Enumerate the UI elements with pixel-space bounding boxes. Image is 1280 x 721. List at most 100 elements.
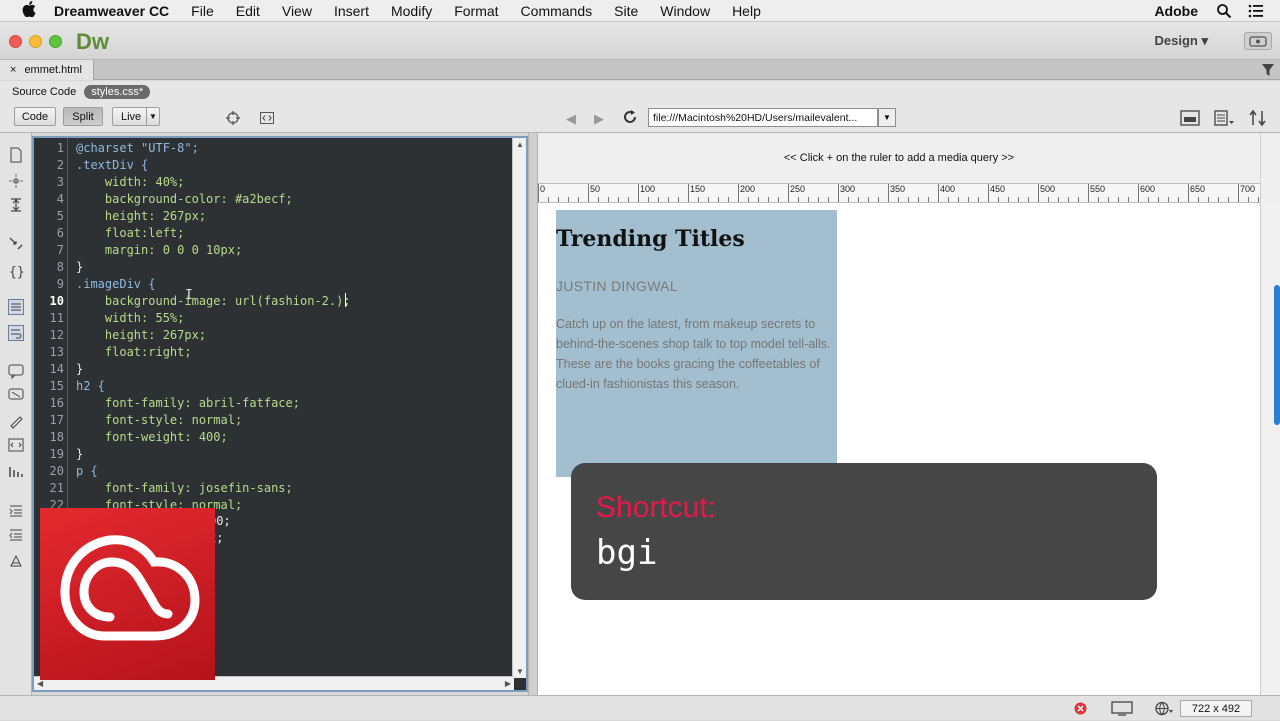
collapse-selection-icon[interactable]: [8, 235, 24, 251]
close-tab-icon[interactable]: ×: [10, 64, 16, 76]
ruler-tick: [998, 197, 999, 202]
file-transfer-icon[interactable]: [1248, 109, 1268, 127]
remove-comment-icon[interactable]: [8, 387, 24, 403]
menu-file[interactable]: File: [191, 3, 214, 19]
error-icon[interactable]: [1074, 702, 1087, 715]
format-source-code-icon[interactable]: [8, 553, 24, 569]
scroll-right-icon[interactable]: ▶: [505, 679, 511, 688]
code-line[interactable]: height: 267px;: [76, 208, 206, 225]
code-line[interactable]: h2 {: [76, 378, 105, 395]
related-file-styles-css[interactable]: styles.css*: [84, 85, 151, 99]
open-documents-icon[interactable]: [8, 147, 24, 163]
menu-adobe[interactable]: Adobe: [1154, 3, 1198, 19]
inspect-target-icon[interactable]: [226, 111, 240, 125]
live-view-handle[interactable]: [1274, 285, 1280, 425]
preview-browser-icon[interactable]: [1154, 701, 1174, 716]
split-divider[interactable]: [528, 133, 538, 695]
ruler-tick: [978, 197, 979, 202]
sync-settings-button[interactable]: [1244, 32, 1272, 50]
notification-list-icon[interactable]: [1248, 3, 1264, 19]
recent-snippets-icon[interactable]: [8, 437, 24, 453]
device-preview-icon[interactable]: [1110, 701, 1134, 716]
code-line[interactable]: p {: [76, 463, 98, 480]
wrap-tag-icon[interactable]: [8, 413, 24, 429]
source-code-file[interactable]: Source Code: [12, 86, 76, 98]
code-navigator-icon[interactable]: [260, 111, 274, 125]
code-line[interactable]: float:right;: [76, 344, 192, 361]
address-dropdown-icon[interactable]: ▼: [878, 108, 896, 127]
code-line[interactable]: font-style: normal;: [76, 412, 242, 429]
document-tab[interactable]: × emmet.html: [0, 60, 94, 80]
page-options-icon[interactable]: [1214, 109, 1234, 127]
indent-code-icon[interactable]: [8, 503, 24, 519]
line-number: 8: [56, 260, 64, 274]
code-line[interactable]: @charset "UTF-8";: [76, 140, 199, 157]
scroll-up-icon[interactable]: ▲: [516, 140, 524, 149]
ruler-tick: [1028, 197, 1029, 202]
move-css-icon[interactable]: [8, 463, 24, 479]
outdent-code-icon[interactable]: [8, 527, 24, 543]
code-line[interactable]: width: 40%;: [76, 174, 184, 191]
menu-help[interactable]: Help: [732, 3, 761, 19]
menu-insert[interactable]: Insert: [334, 3, 369, 19]
code-line[interactable]: float:left;: [76, 225, 184, 242]
refresh-icon[interactable]: [622, 109, 638, 125]
menu-app-name[interactable]: Dreamweaver CC: [54, 3, 169, 19]
code-line[interactable]: background-image: url(fashion-2.);: [76, 293, 351, 310]
word-wrap-icon[interactable]: [8, 325, 24, 341]
ruler-tick: [1168, 197, 1169, 202]
textdiv-block[interactable]: Trending Titles JUSTIN DINGWAL Catch up …: [556, 210, 837, 477]
scroll-down-icon[interactable]: ▼: [516, 667, 524, 676]
window-size-indicator[interactable]: 722 x 492: [1180, 700, 1252, 717]
code-line[interactable]: .imageDiv {: [76, 276, 155, 293]
menu-window[interactable]: Window: [660, 3, 710, 19]
line-numbers-icon[interactable]: [8, 299, 24, 315]
zoom-window-button[interactable]: [49, 35, 62, 48]
code-view-button[interactable]: Code: [14, 107, 56, 126]
close-window-button[interactable]: [9, 35, 22, 48]
menu-commands[interactable]: Commands: [521, 3, 593, 19]
media-query-bar[interactable]: << Click + on the ruler to add a media q…: [538, 133, 1260, 183]
code-line[interactable]: font-family: josefin-sans;: [76, 480, 293, 497]
split-view-button[interactable]: Split: [63, 107, 103, 126]
menu-site[interactable]: Site: [614, 3, 638, 19]
workspace-switcher[interactable]: Design ▾: [1155, 33, 1208, 49]
live-view-button[interactable]: Live ▼: [112, 107, 160, 126]
code-line[interactable]: margin: 0 0 0 10px;: [76, 242, 242, 259]
apple-icon[interactable]: [18, 0, 40, 21]
collapse-full-tag-icon[interactable]: [8, 197, 24, 213]
ruler-label: 650: [1190, 184, 1206, 194]
design-vertical-scrollbar[interactable]: [1260, 203, 1280, 695]
code-line[interactable]: height: 267px;: [76, 327, 206, 344]
expand-all-icon[interactable]: {}: [8, 263, 25, 280]
dreamweaver-logo: Dw: [76, 29, 109, 54]
code-line[interactable]: }: [76, 259, 83, 276]
live-view-dropdown-icon[interactable]: ▼: [146, 108, 159, 125]
address-bar[interactable]: file:///Macintosh%20HD/Users/mailevalent…: [648, 108, 878, 127]
menu-format[interactable]: Format: [454, 3, 498, 19]
spotlight-search-icon[interactable]: [1216, 3, 1232, 19]
apply-comment-icon[interactable]: [8, 363, 24, 380]
code-vertical-scrollbar[interactable]: ▲ ▼: [512, 138, 526, 678]
design-view[interactable]: << Click + on the ruler to add a media q…: [538, 133, 1280, 695]
code-line[interactable]: }: [76, 446, 83, 463]
code-line[interactable]: .textDiv {: [76, 157, 148, 174]
menu-modify[interactable]: Modify: [391, 3, 432, 19]
window-layout-icon[interactable]: [1180, 109, 1200, 127]
scroll-left-icon[interactable]: ◀: [37, 679, 43, 688]
menu-edit[interactable]: Edit: [236, 3, 260, 19]
show-code-navigator-icon[interactable]: [8, 173, 24, 189]
code-line[interactable]: font-weight: 400;: [76, 429, 228, 446]
code-line[interactable]: }: [76, 361, 83, 378]
back-arrow-icon[interactable]: ◀: [566, 111, 576, 127]
code-line[interactable]: font-family: abril-fatface;: [76, 395, 300, 412]
ruler-tick: [568, 197, 569, 202]
minimize-window-button[interactable]: [29, 35, 42, 48]
filter-icon[interactable]: [1262, 63, 1274, 77]
code-line[interactable]: background-color: #a2becf;: [76, 191, 293, 208]
code-line[interactable]: width: 55%;: [76, 310, 184, 327]
ruler-tick: [848, 197, 849, 202]
forward-arrow-icon[interactable]: ▶: [594, 111, 604, 127]
menu-view[interactable]: View: [282, 3, 312, 19]
media-query-ruler[interactable]: 0 50 100 150 200 250 300 350 400 450 500 550 600 650 7…: [538, 183, 1260, 203]
